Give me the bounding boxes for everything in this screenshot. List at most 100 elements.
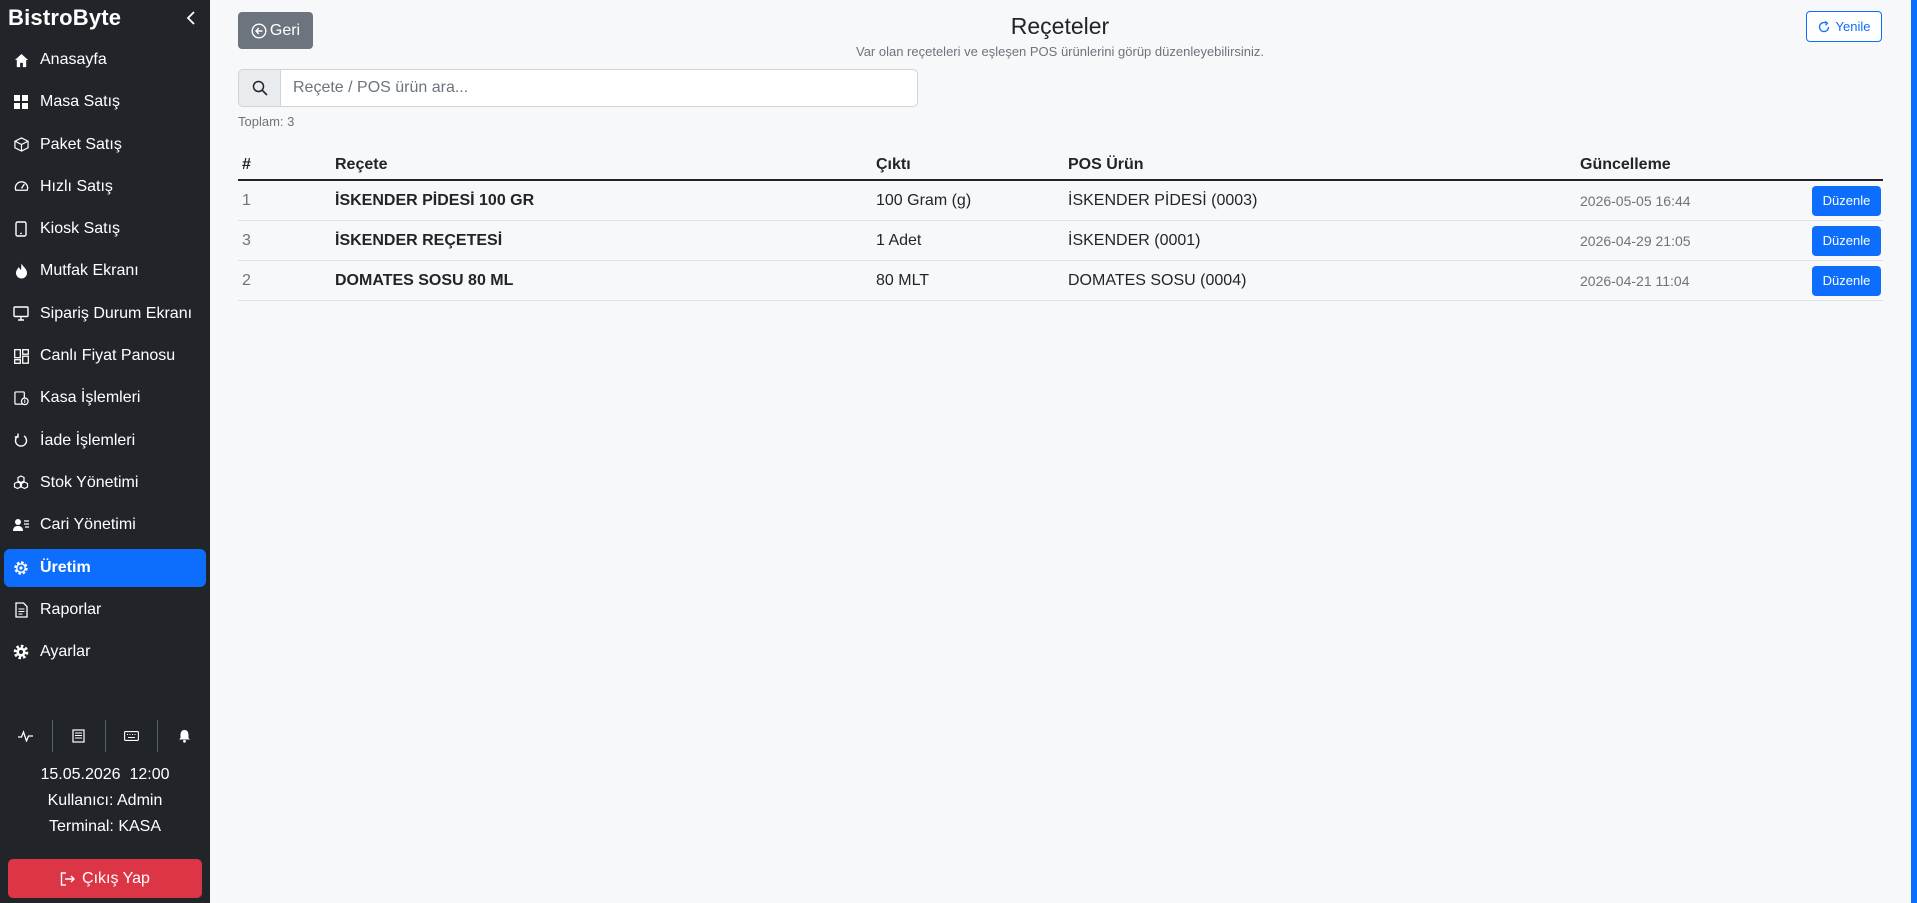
- cell-updated: 2026-05-05 16:44: [1580, 192, 1691, 209]
- sidebar-item-label: Ayarlar: [40, 643, 91, 661]
- session-info: 15.05.2026 12:00 Kullanıcı: Admin Termin…: [0, 762, 210, 840]
- gear-icon: [12, 559, 30, 577]
- cell-recipe: İSKENDER PİDESİ 100 GR: [335, 191, 535, 209]
- speedometer-icon: [12, 178, 30, 196]
- recipes-table: # Reçete Çıktı POS Ürün Güncelleme 1 İSK…: [238, 152, 1883, 301]
- cell-output: 1 Adet: [876, 231, 922, 249]
- sidebar-item-uretim[interactable]: Üretim: [4, 548, 206, 587]
- sidebar-item-label: Anasayfa: [40, 51, 107, 68]
- refresh-icon: [1818, 20, 1830, 33]
- sidebar-item-label: Cari Yönetimi: [40, 516, 136, 534]
- refresh-label: Yenile: [1835, 19, 1871, 34]
- sidebar-item-label: Sipariş Durum Ekranı: [40, 304, 193, 322]
- fire-icon: [12, 262, 30, 280]
- cell-actions: Düzenle: [1780, 185, 1883, 216]
- page-subtitle: Var olan reçeteleri ve eşleşen POS ürünl…: [855, 44, 1265, 59]
- sidebar-item-mutfak-ekrani[interactable]: Mutfak Ekranı: [4, 252, 206, 290]
- sidebar-item-label: Kiosk Satış: [40, 220, 121, 238]
- sidebar-item-anasayfa[interactable]: Anasayfa: [4, 41, 206, 79]
- session-user: Kullanıcı: Admin: [47, 792, 163, 809]
- sidebar-item-label: Üretim: [40, 558, 91, 576]
- column-header-id: #: [242, 156, 251, 173]
- sidebar-item-masa-satis[interactable]: Masa Satış: [4, 83, 206, 121]
- sidebar-item-label: Paket Satış: [40, 135, 122, 153]
- boxes-icon: [12, 474, 30, 492]
- chevron-left-icon: [186, 11, 195, 25]
- activity-button[interactable]: [0, 720, 53, 752]
- sidebar-item-label: İade İşlemleri: [40, 431, 136, 449]
- sidebar-item-kiosk-satis[interactable]: Kiosk Satış: [4, 210, 206, 248]
- sidebar-item-siparis-durum-ekrani[interactable]: Sipariş Durum Ekranı: [4, 295, 206, 333]
- scrollbar[interactable]: [1911, 0, 1917, 903]
- sidebar-nav: Anasayfa Masa Satış Paket Satış Hızlı Sa…: [0, 41, 210, 671]
- sidebar-item-cari-yonetimi[interactable]: Cari Yönetimi: [4, 506, 206, 544]
- keyboard-button[interactable]: [106, 720, 159, 752]
- sidebar-item-ayarlar[interactable]: Ayarlar: [4, 633, 206, 671]
- cell-updated: 2026-04-21 11:04: [1580, 272, 1690, 289]
- monitor-icon: [12, 305, 30, 323]
- sidebar-item-hizli-satis[interactable]: Hızlı Satış: [4, 168, 206, 206]
- sidebar-item-label: Canlı Fiyat Panosu: [40, 347, 176, 365]
- receipt-button[interactable]: [53, 720, 106, 752]
- document-icon: [12, 601, 30, 619]
- receipt-icon: [72, 729, 85, 743]
- sidebar-item-raporlar[interactable]: Raporlar: [4, 591, 206, 629]
- table-header: # Reçete Çıktı POS Ürün Güncelleme: [238, 152, 1883, 181]
- cell-pos-product: DOMATES SOSU (0004): [1068, 271, 1247, 289]
- person-lines-icon: [12, 516, 30, 534]
- sidebar-collapse-button[interactable]: [182, 9, 200, 27]
- sidebar-item-iade-islemleri[interactable]: İade İşlemleri: [4, 422, 206, 460]
- sidebar-item-stok-yonetimi[interactable]: Stok Yönetimi: [4, 464, 206, 502]
- sidebar-item-label: Mutfak Ekranı: [40, 262, 139, 280]
- column-header-output: Çıktı: [876, 156, 911, 173]
- sidebar-item-label: Hızlı Satış: [40, 177, 113, 195]
- main-content: Geri Reçeteler Var olan reçeteleri ve eş…: [210, 0, 1917, 903]
- logout-icon: [60, 871, 76, 886]
- cell-id: 2: [242, 271, 251, 289]
- table-row: 2 DOMATES SOSU 80 ML 80 MLT DOMATES SOSU…: [238, 261, 1883, 301]
- table-row: 1 İSKENDER PİDESİ 100 GR 100 Gram (g) İS…: [238, 181, 1883, 221]
- edit-button[interactable]: Düzenle: [1812, 265, 1881, 296]
- refresh-button[interactable]: Yenile: [1806, 11, 1882, 42]
- notifications-button[interactable]: [158, 720, 210, 752]
- search-input[interactable]: [280, 69, 918, 107]
- cell-recipe: İSKENDER REÇETESİ: [335, 231, 503, 249]
- cell-id: 3: [242, 231, 251, 249]
- cell-actions: Düzenle: [1780, 265, 1883, 296]
- undo-icon: [12, 432, 30, 450]
- box-icon: [12, 136, 30, 154]
- cell-updated: 2026-04-29 21:05: [1580, 232, 1691, 249]
- cash-register-icon: [12, 389, 30, 407]
- sidebar-item-kasa-islemleri[interactable]: Kasa İşlemleri: [4, 379, 206, 417]
- sidebar: BistroByte Anasayfa Masa Satış Paket Sat…: [0, 0, 210, 903]
- dashboard-icon: [12, 347, 30, 365]
- column-header-updated: Güncelleme: [1580, 156, 1671, 173]
- bell-icon: [178, 730, 190, 743]
- total-count: Toplam: 3: [238, 114, 295, 129]
- keyboard-icon: [123, 731, 139, 741]
- session-datetime: 15.05.2026 12:00: [40, 766, 170, 783]
- cell-actions: Düzenle: [1780, 225, 1883, 256]
- column-header-recipe: Reçete: [335, 156, 388, 173]
- tablet-icon: [12, 220, 30, 238]
- edit-button[interactable]: Düzenle: [1812, 225, 1881, 256]
- settings-icon: [12, 643, 30, 661]
- sidebar-item-paket-satis[interactable]: Paket Satış: [4, 126, 206, 164]
- home-icon: [12, 51, 30, 69]
- grid-icon: [12, 93, 30, 111]
- sidebar-item-label: Stok Yönetimi: [40, 473, 139, 491]
- logout-label: Çıkış Yap: [82, 869, 150, 887]
- brand-bar: BistroByte: [0, 0, 210, 36]
- session-terminal: Terminal: KASA: [48, 818, 162, 835]
- page-title: Reçeteler: [1010, 13, 1110, 39]
- quick-actions-bar: [0, 720, 210, 752]
- search-icon: [238, 69, 280, 107]
- table-row: 3 İSKENDER REÇETESİ 1 Adet İSKENDER (000…: [238, 221, 1883, 261]
- activity-icon: [18, 730, 34, 742]
- cell-pos-product: İSKENDER (0001): [1068, 231, 1201, 249]
- sidebar-item-label: Masa Satış: [40, 93, 121, 111]
- logout-button[interactable]: Çıkış Yap: [8, 859, 202, 898]
- column-header-pos-product: POS Ürün: [1068, 156, 1144, 173]
- sidebar-item-canli-fiyat-panosu[interactable]: Canlı Fiyat Panosu: [4, 337, 206, 375]
- edit-button[interactable]: Düzenle: [1812, 185, 1881, 216]
